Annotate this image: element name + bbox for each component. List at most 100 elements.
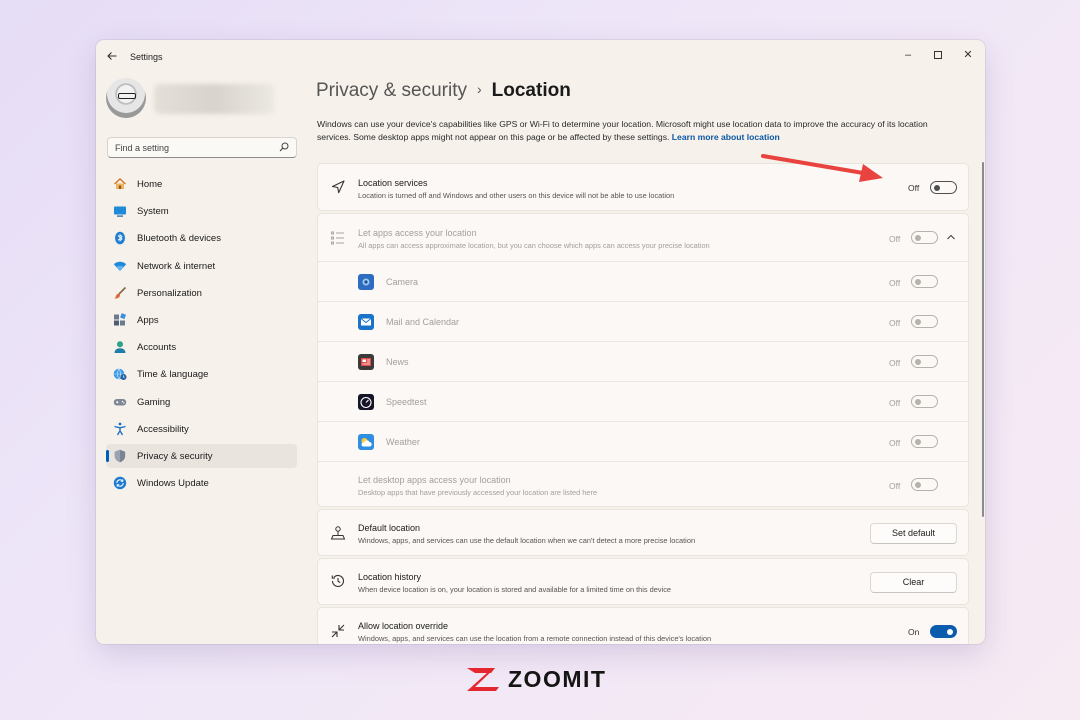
- apps-icon: [114, 313, 127, 326]
- desktop-apps-toggle[interactable]: [911, 478, 938, 491]
- mail-calendar-toggle[interactable]: [911, 315, 938, 328]
- toggle-knob: [915, 318, 921, 325]
- location-override-toggle[interactable]: [930, 625, 957, 638]
- accounts-icon: [114, 341, 126, 354]
- minimize-button[interactable]: –: [893, 44, 923, 66]
- globe-clock-icon: [113, 368, 127, 381]
- sidebar-item-privacy-security[interactable]: Privacy & security: [106, 443, 297, 468]
- toggle-knob: [915, 234, 921, 241]
- sidebar-item-label: Accounts: [137, 342, 177, 354]
- set-default-button[interactable]: Set default: [870, 523, 957, 544]
- app-name: Speedtest: [386, 397, 427, 407]
- clear-history-button[interactable]: Clear: [870, 572, 957, 593]
- avatar: [106, 78, 146, 118]
- search-box[interactable]: [107, 137, 297, 158]
- speedtest-app-icon: [358, 394, 374, 410]
- location-history-title: Location history: [358, 572, 422, 582]
- app-state: Off: [889, 318, 901, 328]
- default-location-title: Default location: [358, 523, 421, 533]
- chevron-up-icon[interactable]: [946, 233, 956, 241]
- toggle-knob: [947, 628, 953, 635]
- toggle-knob: [915, 398, 921, 405]
- sidebar-item-label: Time & language: [137, 369, 209, 381]
- app-state: Off: [889, 438, 901, 448]
- location-services-state: Off: [908, 183, 920, 193]
- title-bar: Settings – ✕: [96, 40, 985, 74]
- sidebar-item-apps[interactable]: Apps: [106, 308, 297, 332]
- app-row-news: News Off: [318, 341, 968, 381]
- sidebar-item-system[interactable]: System: [106, 199, 297, 223]
- breadcrumb-separator: ›: [476, 81, 482, 97]
- weather-toggle[interactable]: [911, 435, 938, 448]
- search-icon[interactable]: [279, 142, 289, 152]
- default-location-subtitle: Windows, apps, and services can use the …: [358, 536, 696, 545]
- username-redacted: [154, 84, 274, 114]
- camera-toggle[interactable]: [911, 275, 938, 288]
- scrollbar[interactable]: [982, 162, 984, 517]
- app-state: Off: [889, 398, 901, 408]
- breadcrumb: Privacy & security › Location: [316, 80, 571, 102]
- weather-app-icon: [358, 434, 374, 450]
- sidebar-item-network[interactable]: Network & internet: [106, 254, 297, 278]
- app-state: Off: [889, 278, 901, 288]
- zoomit-wordmark: ZOOMIT: [508, 666, 607, 692]
- app-row-mail: Mail and Calendar Off: [318, 301, 968, 341]
- settings-window: Settings – ✕ Home System Bluetooth & dev…: [96, 40, 985, 644]
- close-button[interactable]: ✕: [953, 44, 983, 66]
- map-pin-icon: [330, 526, 346, 540]
- shield-icon: [114, 449, 126, 463]
- mail-app-icon: [358, 314, 374, 330]
- news-toggle[interactable]: [911, 355, 938, 368]
- sidebar-item-gaming[interactable]: Gaming: [106, 390, 297, 414]
- app-row-weather: Weather Off: [318, 421, 968, 461]
- list-icon: [331, 231, 344, 245]
- sidebar-item-label: Windows Update: [137, 478, 209, 490]
- location-override-card[interactable]: Allow location override Windows, apps, a…: [317, 607, 969, 644]
- sidebar-item-accessibility[interactable]: Accessibility: [106, 417, 297, 441]
- app-name: Mail and Calendar: [386, 317, 460, 327]
- let-apps-title: Let apps access your location: [358, 228, 477, 238]
- sidebar-item-label: Accessibility: [137, 423, 189, 435]
- desktop-apps-state: Off: [889, 481, 901, 491]
- location-arrow-icon: [331, 180, 345, 194]
- sidebar-item-bluetooth[interactable]: Bluetooth & devices: [106, 226, 297, 250]
- description-text: Windows can use your device's capabiliti…: [317, 119, 928, 142]
- location-override-title: Allow location override: [358, 621, 449, 631]
- location-override-subtitle: Windows, apps, and services can use the …: [358, 634, 712, 643]
- let-apps-toggle[interactable]: [911, 231, 938, 244]
- wifi-icon: [113, 261, 127, 271]
- toggle-knob: [934, 184, 940, 191]
- app-row-camera: Camera Off: [318, 261, 968, 301]
- override-arrows-icon: [331, 624, 345, 638]
- desktop-apps-row: Let desktop apps access your location De…: [318, 461, 968, 508]
- app-name: News: [386, 357, 409, 367]
- sidebar-item-label: System: [137, 206, 169, 218]
- sidebar-item-home[interactable]: Home: [106, 172, 297, 196]
- location-history-card: Location history When device location is…: [317, 558, 969, 605]
- back-button[interactable]: [106, 50, 120, 64]
- home-icon: [114, 178, 126, 189]
- system-icon: [114, 206, 126, 217]
- back-arrow-icon: [107, 52, 117, 60]
- speedtest-toggle[interactable]: [911, 395, 938, 408]
- toggle-knob: [915, 438, 921, 445]
- search-input[interactable]: [108, 138, 268, 158]
- sidebar-item-time-language[interactable]: Time & language: [106, 362, 297, 386]
- app-name: Weather: [386, 437, 420, 447]
- sidebar-nav: Home System Bluetooth & devices Network …: [106, 172, 297, 498]
- sidebar-item-accounts[interactable]: Accounts: [106, 335, 297, 359]
- sidebar-item-label: Personalization: [137, 287, 202, 299]
- learn-more-link[interactable]: Learn more about location: [672, 132, 780, 142]
- desktop-apps-subtitle: Desktop apps that have previously access…: [358, 488, 598, 497]
- maximize-button[interactable]: [923, 44, 953, 66]
- location-services-subtitle: Location is turned off and Windows and o…: [358, 191, 675, 200]
- accessibility-icon: [114, 422, 126, 436]
- sidebar-item-windows-update[interactable]: Windows Update: [106, 471, 297, 495]
- location-services-toggle[interactable]: [930, 181, 957, 194]
- breadcrumb-parent[interactable]: Privacy & security: [316, 80, 467, 101]
- sidebar-item-personalization[interactable]: Personalization: [106, 281, 297, 305]
- page-description: Windows can use your device's capabiliti…: [317, 118, 962, 143]
- desktop-apps-title: Let desktop apps access your location: [358, 475, 511, 485]
- default-location-card: Default location Windows, apps, and serv…: [317, 509, 969, 556]
- sidebar-item-label: Gaming: [137, 396, 171, 408]
